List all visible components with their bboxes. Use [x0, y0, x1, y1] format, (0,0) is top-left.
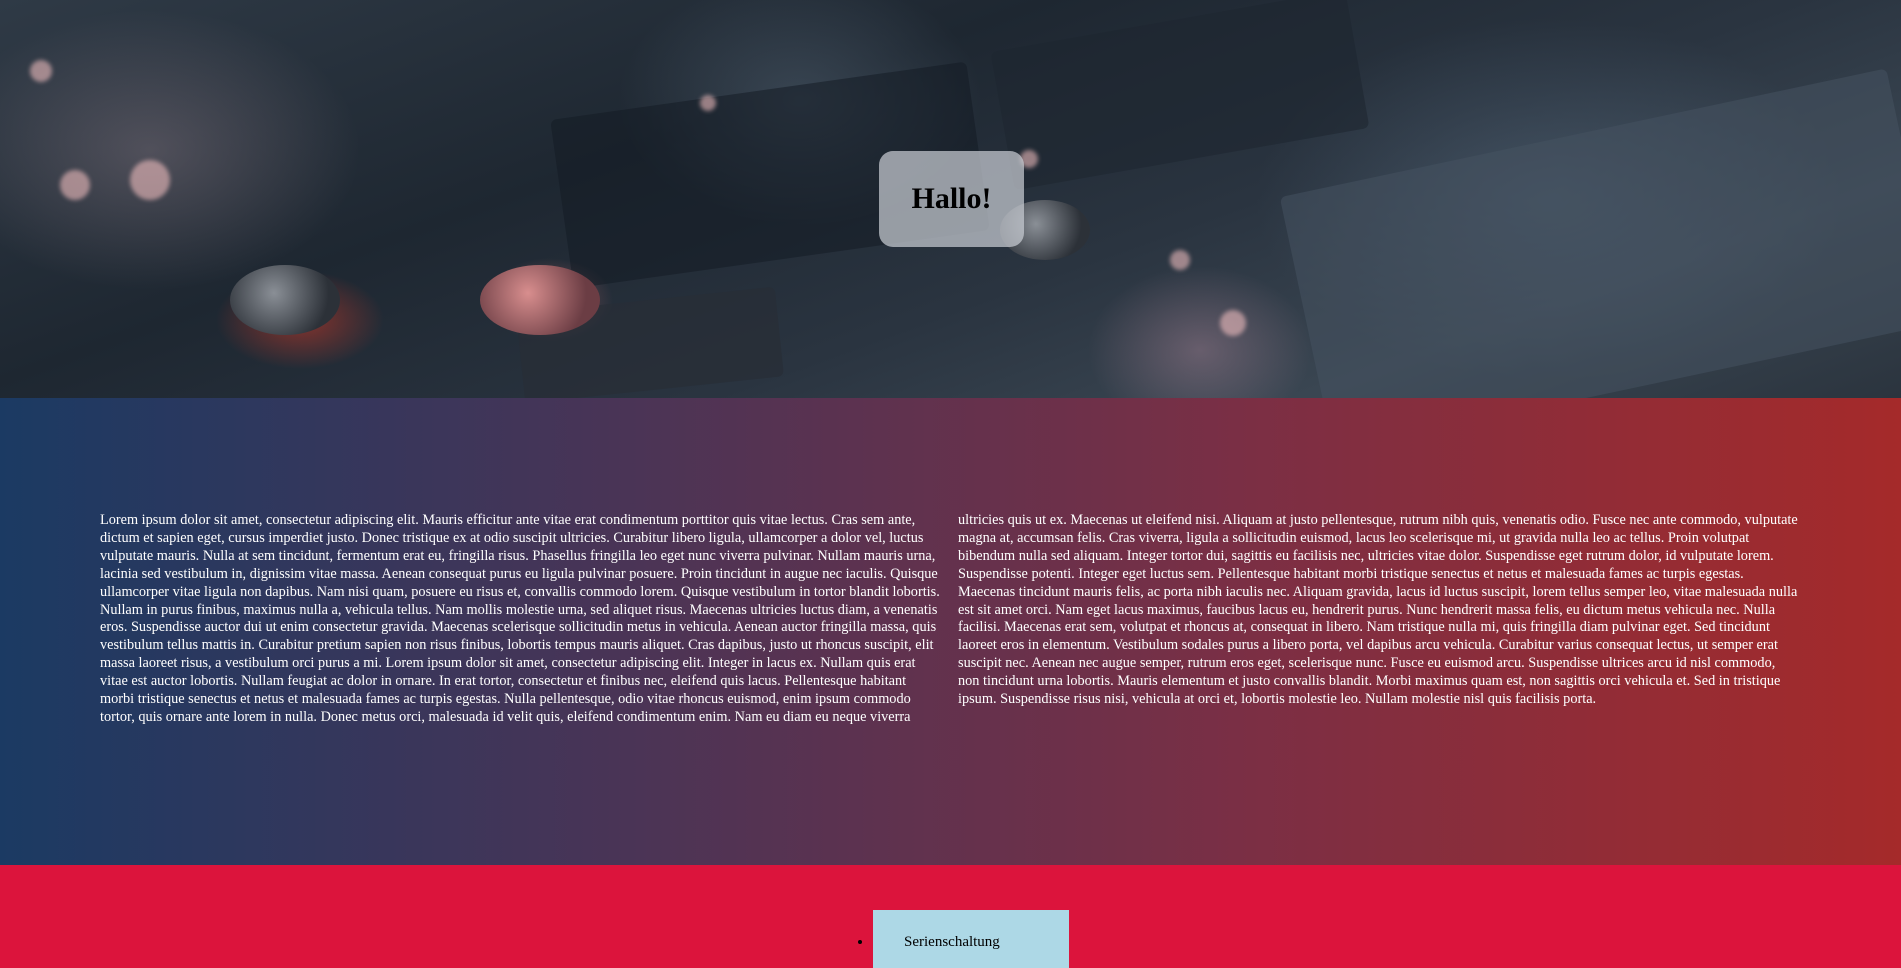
greeting-box: Hallo! [879, 151, 1024, 247]
greeting-heading: Hallo! [911, 182, 992, 215]
content-section: Lorem ipsum dolor sit amet, consectetur … [0, 398, 1901, 865]
hero-background-heatsink [1279, 68, 1901, 398]
hero-background-bokeh [1220, 310, 1246, 336]
hero-background-chip [990, 0, 1370, 191]
nav-list: Serienschaltung [873, 910, 1069, 968]
hero-background-capacitor [480, 265, 600, 335]
hero-background-bokeh [130, 160, 170, 200]
navigation-bar: Serienschaltung [0, 865, 1901, 968]
hero-background-bokeh [1170, 250, 1190, 270]
body-paragraph: Lorem ipsum dolor sit amet, consectetur … [100, 512, 1798, 725]
hero-background-bokeh [60, 170, 90, 200]
lorem-text-columns: Lorem ipsum dolor sit amet, consectetur … [100, 512, 1800, 752]
hero-background-capacitor [230, 265, 340, 335]
nav-item-serienschaltung[interactable]: Serienschaltung [873, 910, 1069, 968]
hero-background-bokeh [30, 60, 52, 82]
hero-banner: Hallo! [0, 0, 1901, 398]
hero-background-bokeh [700, 95, 716, 111]
